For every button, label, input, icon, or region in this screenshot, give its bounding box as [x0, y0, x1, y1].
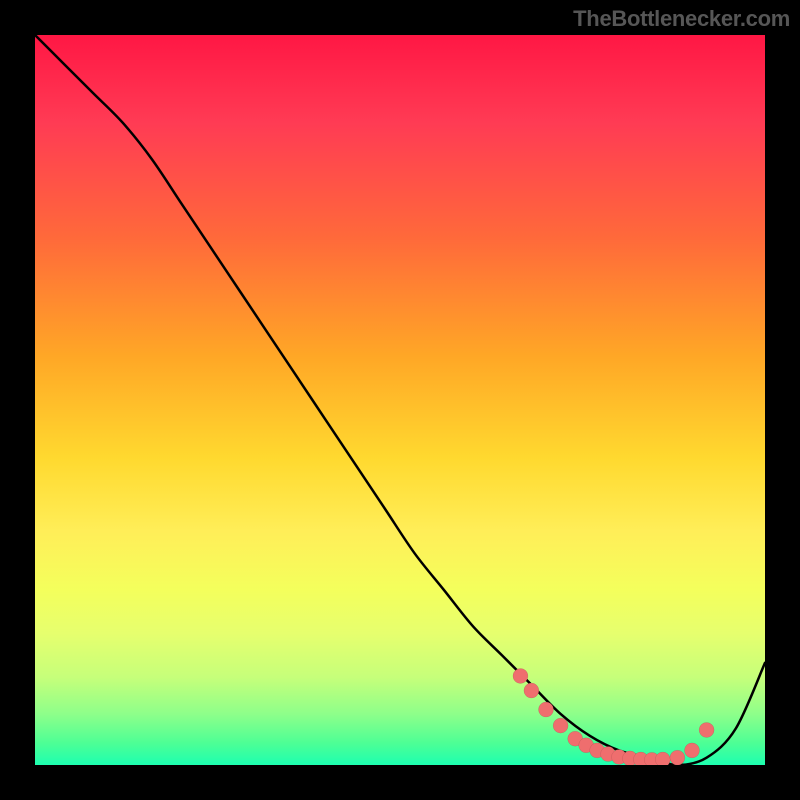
attribution-label: TheBottlenecker.com	[573, 6, 790, 32]
chart-frame: TheBottlenecker.com	[0, 0, 800, 800]
plot-gradient-background	[35, 35, 765, 765]
